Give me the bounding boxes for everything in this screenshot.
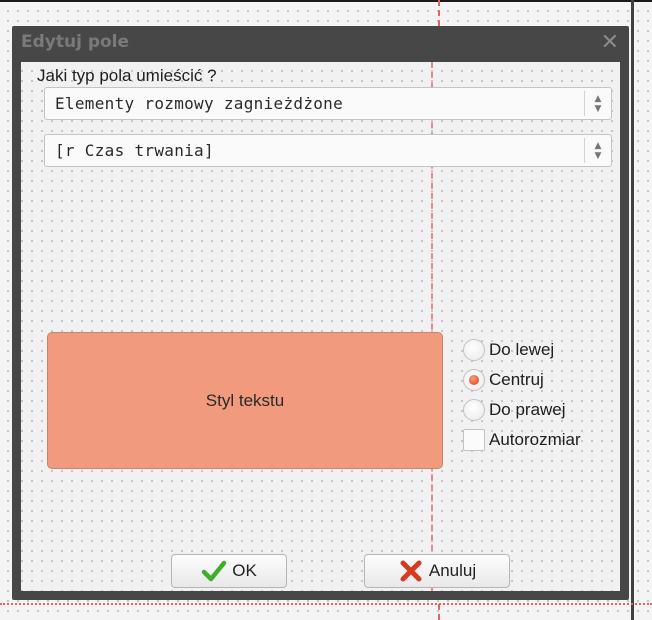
align-right-option[interactable]: Do prawej <box>463 397 566 423</box>
checkmark-icon <box>201 560 227 582</box>
align-right-radio[interactable] <box>463 399 485 421</box>
question-label: Jaki typ pola umieścić ? <box>37 66 217 85</box>
title-bar[interactable]: Edytuj pole ✕ <box>12 26 629 62</box>
cancel-label: Anuluj <box>428 561 477 580</box>
text-style-button[interactable]: Styl tekstu <box>47 332 443 469</box>
align-right-label: Do prawej <box>489 400 566 419</box>
align-left-option[interactable]: Do lewej <box>463 337 554 363</box>
align-center-radio[interactable] <box>463 369 485 391</box>
autosize-checkbox[interactable] <box>463 429 485 451</box>
autosize-label: Autorozmiar <box>489 430 581 449</box>
dialog-title: Edytuj pole <box>21 32 130 52</box>
top-border-line <box>0 0 652 2</box>
ok-button[interactable]: OK <box>171 554 287 588</box>
dialog-content: Jaki typ pola umieścić ? Elementy rozmow… <box>21 62 620 591</box>
x-icon <box>400 560 422 582</box>
align-left-radio[interactable] <box>463 339 485 361</box>
guide-line-right <box>631 0 634 620</box>
autosize-option[interactable]: Autorozmiar <box>463 427 581 453</box>
align-center-label: Centruj <box>489 370 544 389</box>
align-center-option[interactable]: Centruj <box>463 367 544 393</box>
align-left-label: Do lewej <box>489 340 555 359</box>
cancel-button[interactable]: Anuluj <box>364 554 510 588</box>
combo-separator <box>584 138 585 163</box>
field-type-select[interactable]: Elementy rozmowy zagnieżdżone ▲ ▼ <box>44 87 612 120</box>
spin-arrows-icon[interactable]: ▲ ▼ <box>592 94 604 114</box>
guide-line-horizontal <box>0 603 652 605</box>
field-value: [r Czas trwania] <box>55 141 214 160</box>
ok-label: OK <box>232 561 257 580</box>
edit-field-dialog: Edytuj pole ✕ Jaki typ pola umieścić ? E… <box>12 26 629 600</box>
field-type-value: Elementy rozmowy zagnieżdżone <box>55 94 344 113</box>
field-select[interactable]: [r Czas trwania] ▲ ▼ <box>44 134 612 167</box>
close-icon[interactable]: ✕ <box>601 30 619 55</box>
combo-separator <box>584 91 585 116</box>
spin-arrows-icon[interactable]: ▲ ▼ <box>592 141 604 161</box>
